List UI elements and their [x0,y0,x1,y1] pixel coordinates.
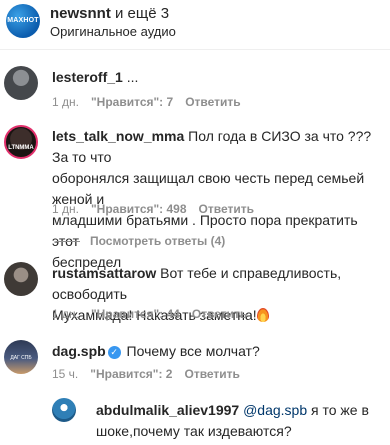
comment-username[interactable]: lets_talk_now_mma [52,128,184,144]
view-replies-button[interactable]: Посмотреть ответы (4) [56,234,225,248]
original-audio-link[interactable]: Оригинальное аудио [50,24,176,39]
comment-username[interactable]: abdulmalik_aliev1997 [96,402,239,418]
reply-button[interactable]: Ответить [192,307,247,321]
divider [0,49,390,50]
avatar-logo-text: MAXHOT [7,17,39,24]
comment-username[interactable]: dag.spb [52,343,106,359]
and-more-label: и ещё 3 [110,5,170,22]
comment-age: 1 дн. [52,307,79,321]
like-count[interactable]: "Нравится": 44 [91,307,180,321]
avatar-logo-text: ДАГ СПБ [10,355,32,361]
avatar[interactable] [4,262,38,296]
comment-age: 15 ч. [52,367,79,381]
comment-meta: 1 дн. "Нравится": 7 Ответить [52,95,241,109]
comment-meta: 1 дн. "Нравится": 44 Ответить [52,307,247,321]
reply-button[interactable]: Ответить [199,202,254,216]
reply-text: abdulmalik_aliev1997 @dag.spb я то же в … [96,402,369,439]
fire-emoji-icon [256,308,269,322]
divider-dash [56,241,80,243]
mention-link[interactable]: @dag.spb [243,402,307,418]
post-author-avatar[interactable]: MAXHOT [6,4,40,38]
comment-text: lets_talk_now_mma Пол года в СИЗО за что… [52,128,372,270]
like-count[interactable]: "Нравится": 2 [90,367,172,381]
comment-username[interactable]: rustamsattarow [52,265,156,281]
avatar[interactable] [52,398,76,422]
like-count[interactable]: "Нравится": 7 [91,95,173,109]
author-username[interactable]: newsnnt [50,5,111,22]
reply-button[interactable]: Ответить [184,367,239,381]
comment-text: dag.spb ✓ Почему все молчат? [52,343,260,359]
avatar[interactable]: LTNMMA [4,125,38,159]
comment-age: 1 дн. [52,95,79,109]
avatar[interactable] [4,66,38,100]
comment-meta: 15 ч. "Нравится": 2 Ответить [52,367,240,381]
post-authors[interactable]: newsnnt и ещё 3 [50,5,169,22]
like-count[interactable]: "Нравится": 498 [91,202,187,216]
comment-meta: 1 дн. "Нравится": 498 Ответить [52,202,254,216]
comment-username[interactable]: lesteroff_1 [52,69,123,85]
avatar-logo-text: LTNMMA [8,145,34,151]
comment-text: lesteroff_1 ... [52,69,139,85]
avatar[interactable]: ДАГ СПБ [4,340,38,374]
reply-button[interactable]: Ответить [185,95,240,109]
verified-badge-icon: ✓ [107,346,121,359]
comment-age: 1 дн. [52,202,79,216]
